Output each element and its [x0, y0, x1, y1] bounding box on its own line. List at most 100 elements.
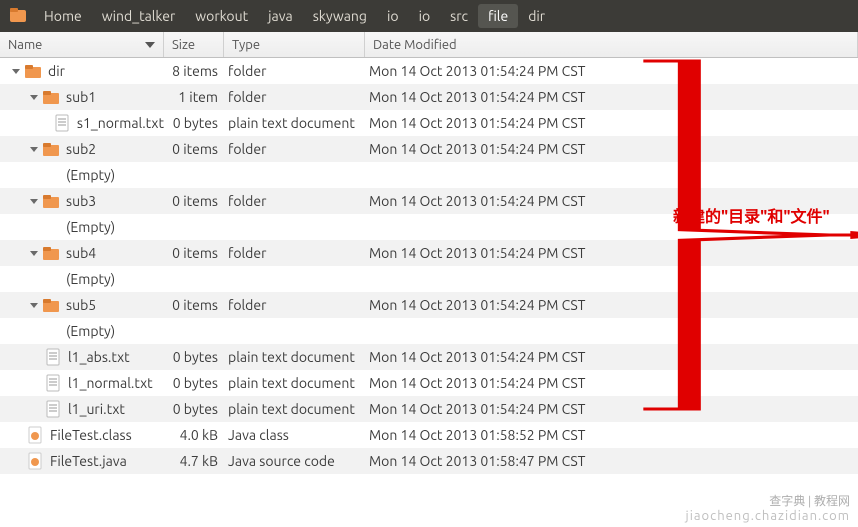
column-header-row: Name Size Type Date Modified — [0, 32, 858, 58]
column-header-type[interactable]: Type — [224, 32, 365, 57]
type-cell: plain text document — [224, 401, 365, 417]
size-cell: 4.0 kB — [164, 427, 224, 443]
file-name-label: l1_uri.txt — [68, 401, 125, 417]
file-name-label: s1_normal.txt — [77, 115, 164, 131]
file-row[interactable]: FileTest.java 4.7 kBJava source codeMon 1… — [0, 448, 858, 474]
size-cell: 0 bytes — [164, 401, 224, 417]
empty-placeholder-row: (Empty) — [0, 266, 858, 292]
java-file-icon — [26, 452, 44, 470]
file-name-label: sub5 — [66, 297, 96, 313]
file-name-label: (Empty) — [66, 219, 115, 235]
file-row[interactable]: dir8 itemsfolderMon 14 Oct 2013 01:54:24… — [0, 58, 858, 84]
file-row[interactable]: l1_abs.txt 0 bytesplain text documentMon … — [0, 344, 858, 370]
column-header-name[interactable]: Name — [0, 32, 164, 57]
expander-toggle[interactable] — [10, 65, 22, 77]
expander-expanded-icon — [28, 195, 40, 207]
type-cell: Java source code — [224, 453, 365, 469]
empty-placeholder-row: (Empty) — [0, 162, 858, 188]
size-cell: 0 items — [164, 297, 224, 313]
date-cell: Mon 14 Oct 2013 01:54:24 PM CST — [365, 349, 858, 365]
file-row[interactable]: l1_uri.txt 0 bytesplain text documentMon … — [0, 396, 858, 422]
column-header-date[interactable]: Date Modified — [365, 32, 858, 57]
file-name-label: l1_normal.txt — [68, 375, 153, 391]
expander-toggle[interactable] — [28, 247, 40, 259]
size-cell: 0 bytes — [164, 349, 224, 365]
expander-expanded-icon — [28, 143, 40, 155]
expander-toggle[interactable] — [28, 143, 40, 155]
file-row[interactable]: s1_normal.txt0 bytesplain text documentM… — [0, 110, 858, 136]
file-name-label: sub2 — [66, 141, 96, 157]
breadcrumb-segment[interactable]: wind_talker — [92, 4, 186, 28]
sort-descending-icon — [145, 42, 155, 48]
breadcrumb-segment[interactable]: src — [440, 4, 478, 28]
breadcrumb-segment[interactable]: skywang — [303, 4, 377, 28]
type-cell: folder — [224, 245, 365, 261]
folder-icon — [42, 296, 60, 314]
empty-placeholder-row: (Empty) — [0, 318, 858, 344]
size-cell: 4.7 kB — [164, 453, 224, 469]
expander-toggle[interactable] — [28, 299, 40, 311]
date-cell: Mon 14 Oct 2013 01:54:24 PM CST — [365, 63, 858, 79]
file-row[interactable]: l1_normal.txt0 bytesplain text documentM… — [0, 370, 858, 396]
text-file-icon — [53, 114, 71, 132]
folder-icon — [42, 244, 60, 262]
size-cell: 0 items — [164, 193, 224, 209]
file-row[interactable]: sub50 itemsfolderMon 14 Oct 2013 01:54:2… — [0, 292, 858, 318]
file-row[interactable]: sub2 0 itemsfolderMon 14 Oct 2013 01:54:2… — [0, 136, 858, 162]
file-row[interactable]: sub1 1 itemfolderMon 14 Oct 2013 01:54:24… — [0, 84, 858, 110]
text-file-icon — [44, 348, 62, 366]
date-cell: Mon 14 Oct 2013 01:58:52 PM CST — [365, 427, 858, 443]
file-name-label: (Empty) — [66, 167, 115, 183]
type-cell: folder — [224, 297, 365, 313]
type-cell: plain text document — [224, 115, 365, 131]
size-cell: 1 item — [164, 89, 224, 105]
file-name-label: FileTest.java — [50, 453, 127, 469]
folder-icon — [42, 140, 60, 158]
column-header-size[interactable]: Size — [164, 32, 224, 57]
breadcrumb-toolbar: Homewind_talkerworkoutjavaskywangioiosrc… — [0, 0, 858, 32]
file-name-label: sub3 — [66, 193, 96, 209]
breadcrumb-segment[interactable]: dir — [518, 4, 555, 28]
breadcrumb-segment[interactable]: io — [377, 4, 409, 28]
expander-expanded-icon — [28, 299, 40, 311]
file-name-label: sub1 — [66, 89, 96, 105]
breadcrumb-segment[interactable]: java — [258, 4, 303, 28]
breadcrumb-segment[interactable]: Home — [34, 4, 92, 28]
date-cell: Mon 14 Oct 2013 01:54:24 PM CST — [365, 141, 858, 157]
date-cell: Mon 14 Oct 2013 01:54:24 PM CST — [365, 89, 858, 105]
size-cell: 0 bytes — [164, 115, 224, 131]
expander-expanded-icon — [28, 91, 40, 103]
watermark-text-bottom: jiaocheng.chazidian.com — [686, 509, 850, 523]
breadcrumb-items: Homewind_talkerworkoutjavaskywangioiosrc… — [34, 4, 555, 28]
annotation-label: 新建的"目录"和"文件" — [673, 203, 830, 227]
java-file-icon — [26, 426, 44, 444]
file-tree: dir8 itemsfolderMon 14 Oct 2013 01:54:24… — [0, 58, 858, 474]
date-cell: Mon 14 Oct 2013 01:54:24 PM CST — [365, 115, 858, 131]
file-row[interactable]: sub40 itemsfolderMon 14 Oct 2013 01:54:2… — [0, 240, 858, 266]
type-cell: Java class — [224, 427, 365, 443]
file-name-label: l1_abs.txt — [68, 349, 130, 365]
type-cell: folder — [224, 141, 365, 157]
expander-toggle[interactable] — [28, 91, 40, 103]
size-cell: 0 items — [164, 245, 224, 261]
size-cell: 0 bytes — [164, 375, 224, 391]
file-name-label: FileTest.class — [50, 427, 132, 443]
folder-icon — [24, 62, 42, 80]
date-cell: Mon 14 Oct 2013 01:54:24 PM CST — [365, 245, 858, 261]
nautilus-app-icon — [8, 6, 28, 26]
type-cell: plain text document — [224, 375, 365, 391]
text-file-icon — [44, 400, 62, 418]
breadcrumb-segment[interactable]: file — [478, 4, 518, 28]
date-cell: Mon 14 Oct 2013 01:54:24 PM CST — [365, 401, 858, 417]
file-row[interactable]: FileTest.class 4.0 kBJava classMon 14 Oct… — [0, 422, 858, 448]
type-cell: folder — [224, 89, 365, 105]
breadcrumb-segment[interactable]: io — [409, 4, 441, 28]
breadcrumb-segment[interactable]: workout — [185, 4, 258, 28]
folder-icon — [42, 192, 60, 210]
expander-toggle[interactable] — [28, 195, 40, 207]
date-cell: Mon 14 Oct 2013 01:58:47 PM CST — [365, 453, 858, 469]
file-name-label: dir — [48, 63, 65, 79]
size-cell: 8 items — [164, 63, 224, 79]
size-cell: 0 items — [164, 141, 224, 157]
type-cell: plain text document — [224, 349, 365, 365]
